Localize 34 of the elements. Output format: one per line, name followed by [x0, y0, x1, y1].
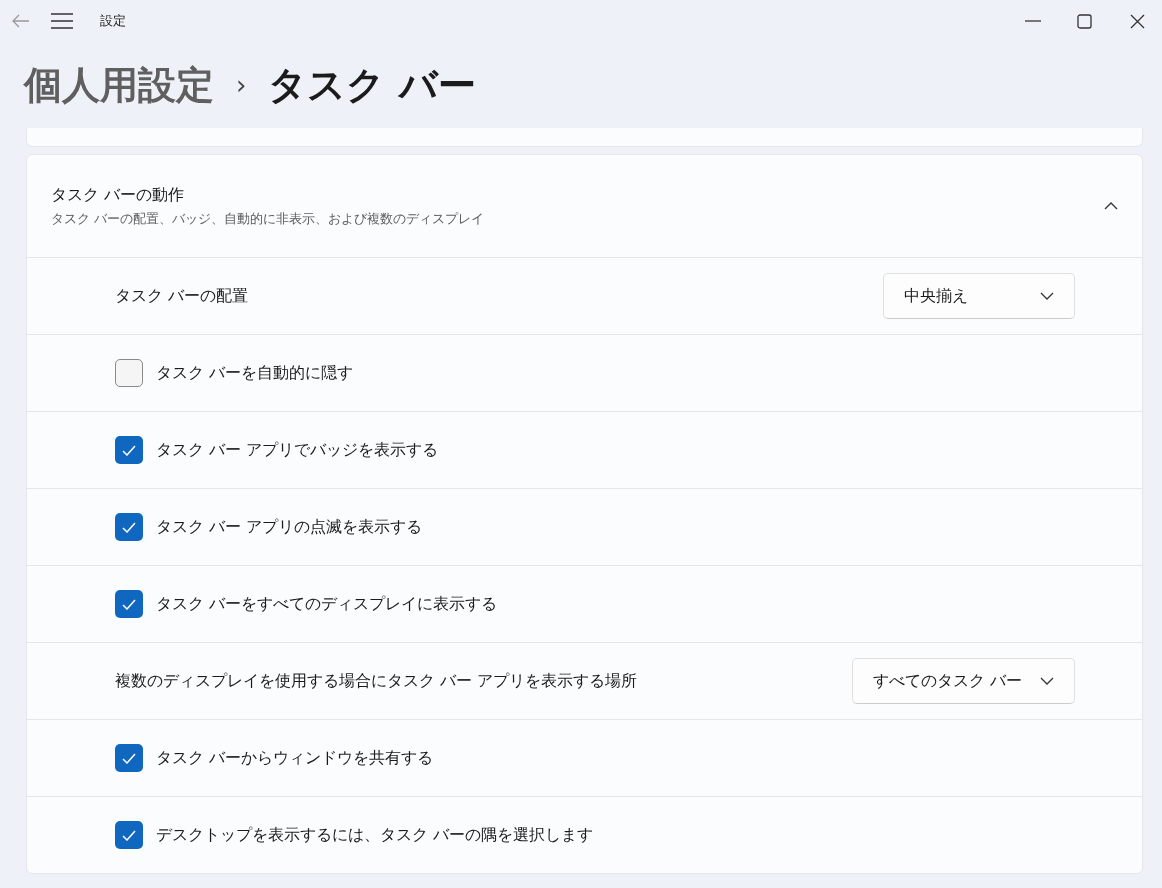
chevron-down-icon	[1040, 292, 1054, 300]
breadcrumb-separator: ›	[236, 70, 247, 100]
window-title: 設定	[100, 12, 127, 30]
section-subtitle: タスク バーの配置、バッジ、自動的に非表示、および複数のディスプレイ	[51, 209, 486, 228]
maximize-icon[interactable]	[1076, 13, 1092, 29]
dropdown[interactable]: 中央揃え	[883, 273, 1075, 319]
page-title: タスク バー	[268, 61, 476, 109]
checkbox[interactable]	[115, 436, 143, 464]
setting-label: 複数のディスプレイを使用する場合にタスク バー アプリを表示する場所	[115, 670, 639, 692]
checkbox[interactable]	[115, 359, 143, 387]
back-icon[interactable]	[12, 14, 30, 28]
setting-label: タスク バーの配置	[115, 285, 250, 307]
checkbox-label: タスク バーからウィンドウを共有する	[156, 747, 435, 769]
section-title: タスク バーの動作	[51, 184, 186, 206]
menu-icon[interactable]	[51, 13, 73, 29]
checkbox-label: タスク バー アプリの点滅を表示する	[156, 516, 424, 538]
checkbox-label: タスク バーを自動的に隠す	[156, 362, 355, 384]
collapse-icon	[1104, 202, 1118, 210]
dropdown[interactable]: すべてのタスク バー	[851, 658, 1075, 704]
checkbox[interactable]	[115, 590, 143, 618]
checkmark-icon	[122, 521, 136, 533]
checkbox-label: タスク バーをすべてのディスプレイに表示する	[156, 593, 499, 615]
breadcrumb-parent[interactable]: 個人用設定	[24, 59, 214, 111]
checkmark-icon	[122, 598, 136, 610]
checkbox[interactable]	[115, 744, 143, 772]
checkmark-icon	[122, 444, 136, 456]
checkbox[interactable]	[115, 821, 143, 849]
close-icon[interactable]	[1129, 13, 1145, 29]
checkmark-icon	[122, 752, 136, 764]
checkbox-label: タスク バー アプリでバッジを表示する	[156, 439, 440, 461]
checkbox-label: デスクトップを表示するには、タスク バーの隅を選択します	[156, 824, 595, 846]
checkbox[interactable]	[115, 513, 143, 541]
checkmark-icon	[122, 829, 136, 841]
chevron-down-icon	[1040, 677, 1054, 685]
